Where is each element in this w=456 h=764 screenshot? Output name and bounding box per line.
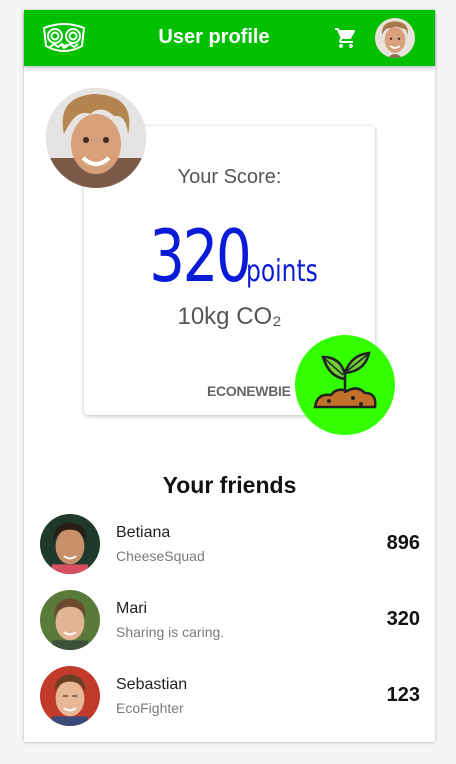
app-container: User profile Your Score: 320 points 10kg…	[24, 10, 435, 742]
score-row: 320 points	[84, 214, 375, 298]
friend-team: CheeseSquad	[116, 548, 205, 564]
sprout-icon	[313, 351, 377, 409]
account-avatar[interactable]	[375, 18, 415, 58]
friend-team: Sharing is caring.	[116, 624, 225, 640]
friend-photo	[40, 666, 100, 726]
friend-team: EcoFighter	[116, 700, 184, 716]
score-unit: points	[245, 254, 318, 289]
friends-title: Your friends	[162, 472, 297, 498]
profile-avatar[interactable]	[46, 88, 146, 188]
friend-score: 123	[386, 684, 420, 706]
avatar	[40, 514, 100, 574]
avatar-photo	[375, 18, 415, 58]
friend-name: Betiana	[116, 524, 171, 541]
friend-name: Mari	[116, 600, 148, 617]
friend-score: 320	[386, 608, 420, 630]
friend-name: Sebastian	[116, 676, 188, 693]
rank-label: ECONEWBIE	[207, 383, 291, 399]
avatar	[40, 666, 100, 726]
avatar	[40, 590, 100, 650]
profile-photo	[46, 88, 146, 188]
shopping-cart-icon[interactable]	[334, 26, 358, 50]
rank-badge[interactable]	[295, 335, 395, 435]
friend-score: 896	[386, 532, 420, 554]
list-item[interactable]: Sebastian EcoFighter 123	[40, 666, 420, 726]
friend-photo	[40, 514, 100, 574]
co2-saved: 10kg CO₂	[177, 303, 282, 330]
list-item[interactable]: Betiana CheeseSquad 896	[40, 514, 420, 574]
top-app-bar: User profile	[24, 10, 435, 66]
friend-photo	[40, 590, 100, 650]
score-value: 320	[149, 214, 252, 298]
list-item[interactable]: Mari Sharing is caring. 320	[40, 590, 420, 650]
